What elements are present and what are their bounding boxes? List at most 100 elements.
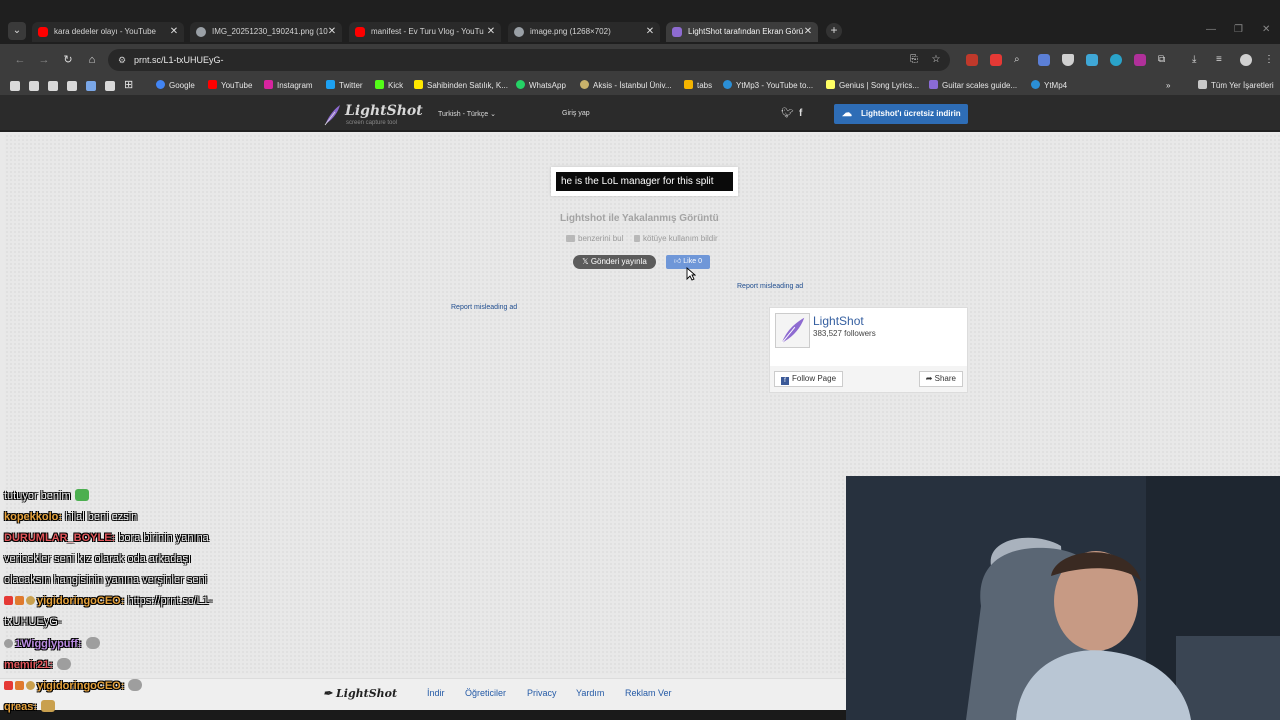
- tab-title: image.png (1268×702): [530, 27, 611, 36]
- bookmark-sahibinden[interactable]: Sahibinden Satılık, K...: [414, 80, 508, 92]
- badge-icon: [4, 639, 13, 648]
- avatar[interactable]: [1240, 54, 1252, 66]
- site-info-icon[interactable]: ⚙: [116, 54, 128, 66]
- translate-icon[interactable]: [1038, 54, 1050, 66]
- x-icon: 𝕏: [582, 257, 591, 266]
- bookmark-twitter[interactable]: Twitter: [326, 80, 363, 92]
- back-icon[interactable]: ←: [12, 52, 28, 68]
- download-button-label: Lightshot'ı ücretsiz indirin: [861, 109, 961, 118]
- bookmark-whatsapp[interactable]: WhatsApp: [516, 80, 566, 92]
- bookmark-kick[interactable]: Kick: [375, 80, 403, 92]
- browser-toolbar: ← → ↻ ⌂ ⚙ prnt.sc/L1-txUHUEyG- ⎘ ☆ ⌕ ⧉ ⤓…: [0, 44, 1280, 76]
- close-tab-icon[interactable]: ✕: [168, 22, 180, 42]
- report-ad-link[interactable]: Report misleading ad: [737, 283, 803, 290]
- report-abuse-link[interactable]: kötüye kullanım bildir: [634, 234, 718, 243]
- streamer-video-icon: [846, 476, 1280, 720]
- screenshot-caption: Lightshot ile Yakalanmış Görüntü: [560, 213, 719, 224]
- login-link[interactable]: Giriş yap: [562, 110, 590, 117]
- bookmark-ytmp4[interactable]: YtMp4: [1031, 80, 1067, 92]
- bookmark-aksis[interactable]: Aksis - İstanbul Üniv...: [580, 80, 672, 92]
- close-tab-icon[interactable]: ✕: [485, 22, 497, 42]
- bookmark-instagram[interactable]: Instagram: [264, 80, 313, 92]
- close-tab-icon[interactable]: ✕: [802, 22, 814, 42]
- home-icon[interactable]: ⌂: [84, 52, 100, 68]
- menu-icon[interactable]: ⋮: [1264, 54, 1276, 66]
- footer-link-advertise[interactable]: Reklam Ver: [625, 688, 672, 698]
- find-similar-link[interactable]: benzerini bul: [566, 234, 623, 243]
- url-text[interactable]: prnt.sc/L1-txUHUEyG-: [134, 54, 224, 66]
- lightshot-logo[interactable]: LightShot screen capture tool: [323, 103, 423, 129]
- bookmark-ytmp3[interactable]: YtMp3 - YouTube to...: [723, 80, 813, 92]
- browser-tab-bar: ⌄ kara dedeler olayı - YouTube ✕ IMG_202…: [0, 0, 1280, 44]
- install-app-icon[interactable]: ⎘: [906, 52, 922, 68]
- fb-follow-button[interactable]: f Follow Page: [774, 371, 844, 387]
- bookmark-folder-icon[interactable]: [67, 81, 77, 91]
- tweet-button[interactable]: 𝕏 Gönderi yayınla: [573, 255, 656, 269]
- bookmark-youtube[interactable]: YouTube: [208, 80, 252, 92]
- fb-page-name[interactable]: LightShot: [813, 314, 864, 328]
- emote-icon: [74, 489, 89, 501]
- apps-grid-icon[interactable]: ⊞: [124, 79, 133, 91]
- ytmp4-icon: [1031, 80, 1040, 89]
- language-select[interactable]: Turkish - Türkçe ⌄: [438, 110, 496, 118]
- search-icon[interactable]: ⌕: [1014, 54, 1026, 66]
- new-tab-button[interactable]: +: [826, 23, 842, 39]
- screenshot-image[interactable]: he is the LoL manager for this split: [551, 167, 738, 196]
- shield-icon[interactable]: [1062, 54, 1074, 66]
- feather-icon: [781, 317, 805, 344]
- media-icon[interactable]: ≡: [1216, 54, 1228, 66]
- download-button[interactable]: ☁ Lightshot'ı ücretsiz indirin: [834, 104, 968, 124]
- close-tab-icon[interactable]: ✕: [644, 22, 656, 42]
- tab-manifest-vlog[interactable]: manifest - Ev Turu Vlog - YouTu ✕: [349, 22, 501, 42]
- forward-icon[interactable]: →: [36, 52, 52, 68]
- tab-lightshot[interactable]: LightShot tarafından Ekran Görü ✕: [666, 22, 818, 42]
- chat-message: vericekler seni kız olarak oda arkadaşı: [4, 553, 192, 565]
- all-bookmarks[interactable]: Tüm Yer İşaretleri: [1198, 80, 1274, 92]
- close-tab-icon[interactable]: ✕: [326, 22, 338, 42]
- chat-message: qreas:: [4, 698, 56, 716]
- reload-icon[interactable]: ↻: [60, 52, 76, 68]
- facebook-page-widget: LightShot 383,527 followers f Follow Page…: [769, 307, 968, 393]
- youtube-icon: [208, 80, 217, 89]
- close-window-icon[interactable]: ✕: [1262, 24, 1270, 35]
- footer-logo[interactable]: ✒ LightShot: [323, 687, 397, 700]
- bookmark-folder-icon[interactable]: [105, 81, 115, 91]
- guitar-icon: [929, 80, 938, 89]
- bookmark-guitar[interactable]: Guitar scales guide...: [929, 80, 1017, 92]
- badge-icon: [26, 596, 35, 605]
- bookmark-folder-icon[interactable]: [48, 81, 58, 91]
- report-ad-link[interactable]: Report misleading ad: [451, 304, 517, 311]
- puzzle-icon[interactable]: ⧉: [1158, 54, 1170, 66]
- lightshot-page-avatar[interactable]: [775, 313, 810, 348]
- bookmark-folder-icon[interactable]: [10, 81, 20, 91]
- minimize-icon[interactable]: —: [1206, 24, 1216, 35]
- footer-link-help[interactable]: Yardım: [576, 688, 604, 698]
- extension-icon[interactable]: [1134, 54, 1146, 66]
- extension-icon[interactable]: [1086, 54, 1098, 66]
- extension-icon[interactable]: [966, 54, 978, 66]
- tab-img-20251230[interactable]: IMG_20251230_190241.png (10 ✕: [190, 22, 342, 42]
- footer-link-privacy[interactable]: Privacy: [527, 688, 557, 698]
- tab-kara-dedeler[interactable]: kara dedeler olayı - YouTube ✕: [32, 22, 184, 42]
- twitter-icon[interactable]: 🐦︎: [781, 108, 794, 119]
- download-icon[interactable]: ⤓: [1192, 54, 1204, 66]
- bookmark-folder-icon[interactable]: [86, 81, 96, 91]
- bookmark-genius[interactable]: Genius | Song Lyrics...: [826, 80, 919, 92]
- bookmark-tabs[interactable]: tabs: [684, 80, 712, 92]
- restore-icon[interactable]: ❐: [1234, 24, 1243, 35]
- extension-icon[interactable]: [1110, 54, 1122, 66]
- bookmark-google[interactable]: Google: [156, 80, 195, 92]
- footer-link-tutorials[interactable]: Öğreticiler: [465, 688, 506, 698]
- fb-share-button[interactable]: ➦ Share: [918, 371, 963, 387]
- bookmark-folder-icon[interactable]: [29, 81, 39, 91]
- bookmark-star-icon[interactable]: ☆: [928, 52, 944, 68]
- extension-icon[interactable]: [990, 54, 1002, 66]
- tab-image-png[interactable]: image.png (1268×702) ✕: [508, 22, 660, 42]
- tab-search-button[interactable]: ⌄: [8, 22, 26, 40]
- address-bar[interactable]: ⚙ prnt.sc/L1-txUHUEyG- ⎘ ☆: [108, 49, 950, 71]
- facebook-icon[interactable]: f: [799, 108, 802, 119]
- more-bookmarks-icon[interactable]: »: [1166, 80, 1170, 92]
- chat-message: tutuyor benim: [4, 487, 89, 505]
- footer-link-download[interactable]: İndir: [427, 688, 445, 698]
- globe-icon: [196, 27, 206, 37]
